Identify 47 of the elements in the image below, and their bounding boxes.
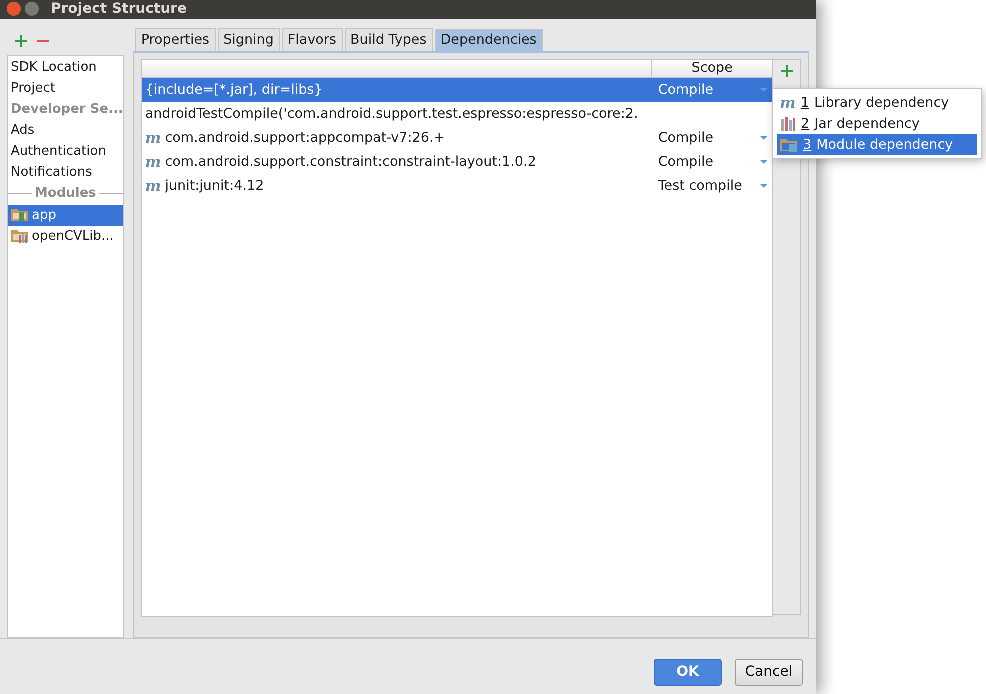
dependency-name: {include=[*.jar], dir=libs} <box>145 82 323 98</box>
dependency-name: com.android.support:appcompat-v7:26.+ <box>165 130 446 146</box>
tab[interactable]: Flavors <box>282 28 343 50</box>
sidebar-item[interactable]: Notifications <box>8 162 124 182</box>
maven-icon: m <box>145 152 162 170</box>
scope-dropdown[interactable]: Test compile <box>652 178 772 194</box>
close-button[interactable] <box>7 2 21 16</box>
module-icon <box>780 138 798 152</box>
sidebar-item[interactable]: Ads <box>8 120 124 140</box>
scope-dropdown[interactable]: Compile <box>652 130 772 146</box>
jar-icon <box>780 116 796 130</box>
window-title: Project Structure <box>51 1 187 18</box>
ok-button[interactable]: OK <box>654 658 722 686</box>
dependency-row[interactable]: m junit:junit:4.12 Test compile <box>142 174 772 198</box>
dependency-row[interactable]: {include=[*.jar], dir=libs} Compile <box>142 78 772 102</box>
dependency-name: androidTestCompile('com.android.support.test.espresso:espresso-core:2. <box>145 106 638 122</box>
minimize-button[interactable] <box>25 2 39 16</box>
menu-item[interactable]: 3 Module dependency <box>777 134 977 155</box>
sidebar-item[interactable]: Authentication <box>8 140 124 162</box>
dependency-row[interactable]: androidTestCompile('com.android.support.test.espresso:espresso-core:2. <box>142 102 772 126</box>
dependency-name: junit:junit:4.12 <box>165 178 264 194</box>
sidebar-item[interactable]: SDK Location <box>8 56 124 78</box>
maven-icon: m <box>145 128 162 146</box>
tab[interactable]: Build Types <box>344 28 433 50</box>
maven-icon: m <box>145 176 162 194</box>
cancel-button[interactable]: Cancel <box>735 658 803 686</box>
folder-icon <box>11 229 29 243</box>
dependency-name: com.android.support.constraint:constraint-layout:1.0.2 <box>165 154 536 170</box>
scope-dropdown[interactable]: Compile <box>652 82 772 98</box>
add-icon[interactable] <box>780 64 793 76</box>
tab[interactable]: Signing <box>218 28 280 50</box>
menu-item[interactable]: m 1 Library dependency <box>777 92 977 113</box>
tab[interactable]: Dependencies <box>434 28 543 50</box>
add-icon[interactable] <box>15 34 27 46</box>
folder-icon <box>11 208 29 222</box>
section-header: Modules <box>34 186 96 201</box>
module-item[interactable]: openCVLib... <box>8 226 124 246</box>
column-header[interactable]: Scope <box>652 60 772 76</box>
section-header: Developer Se... <box>10 100 124 118</box>
dependency-row[interactable]: m com.android.support:appcompat-v7:26.+ Compile <box>142 126 772 150</box>
sidebar-item[interactable]: Project <box>8 78 124 98</box>
menu-item[interactable]: 2 Jar dependency <box>777 113 977 134</box>
module-item[interactable]: app <box>8 204 124 226</box>
maven-icon: m <box>780 94 796 112</box>
dependency-row[interactable]: m com.android.support.constraint:constraint-layout:1.0.2 Compile <box>142 150 772 174</box>
scope-dropdown[interactable]: Compile <box>652 154 772 170</box>
tab[interactable]: Properties <box>135 28 216 50</box>
